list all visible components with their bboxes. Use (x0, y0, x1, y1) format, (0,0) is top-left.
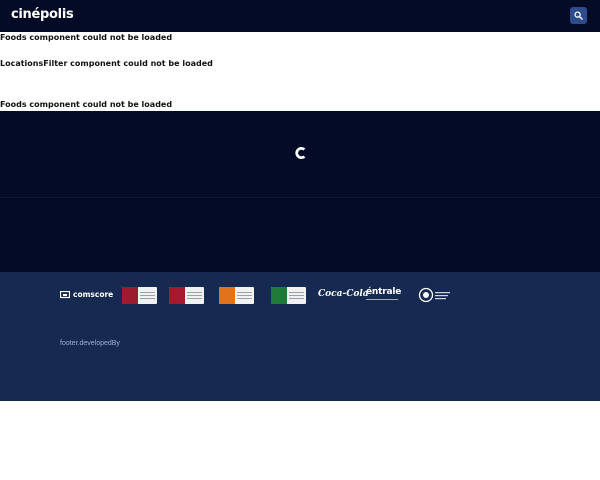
comscore-icon (60, 290, 70, 298)
foods-error-message-2: Foods component could not be loaded (0, 100, 173, 109)
spinner-icon (295, 146, 306, 160)
entrale-underline (366, 299, 398, 300)
partner-badge-3 (219, 287, 254, 304)
cinepolis-logo[interactable]: cinépolis (11, 7, 74, 22)
developed-by-text: footer.developedBy (60, 340, 120, 347)
coca-cola-logo: Coca-Cola (318, 289, 369, 299)
partner-badge-1 (122, 287, 157, 304)
foods-error-message: Foods component could not be loaded (0, 33, 173, 42)
search-button[interactable] (570, 7, 587, 24)
canacine-logo (418, 287, 450, 303)
empty-section (0, 197, 600, 272)
comscore-logo: comscore (60, 290, 113, 299)
partner-badge-2 (169, 287, 204, 304)
top-header: cinépolis (0, 0, 600, 32)
partner-badge-4 (271, 287, 306, 304)
comscore-label: comscore (73, 290, 114, 299)
search-icon (574, 11, 583, 20)
entrale-logo: éntrale (366, 287, 402, 297)
locations-filter-error-message: LocationsFilter component could not be l… (0, 59, 213, 68)
